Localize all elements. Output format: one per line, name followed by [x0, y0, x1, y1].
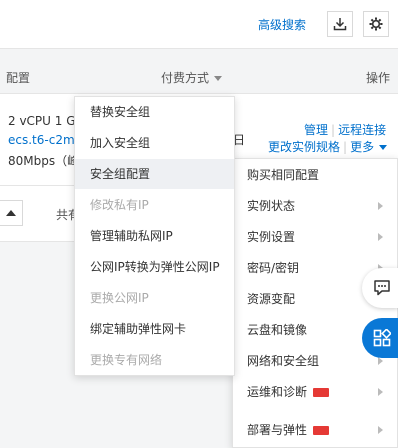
- billing-header-label: 付费方式: [161, 71, 210, 85]
- chevron-right-icon: [378, 426, 383, 434]
- menu-item-ops-diagnose[interactable]: 运维和诊断: [233, 377, 397, 407]
- menu-item-join-security-group[interactable]: 加入安全组: [75, 128, 234, 158]
- new-badge: [313, 388, 330, 397]
- download-button[interactable]: [327, 11, 353, 37]
- menu-item-convert-to-eip[interactable]: 公网IP转换为弹性公网IP: [75, 252, 234, 282]
- download-icon: [333, 18, 347, 31]
- menu-item-instance-settings[interactable]: 实例设置: [233, 222, 397, 252]
- apps-grid-icon: [373, 329, 391, 347]
- menu-item-label: 实例设置: [247, 230, 296, 244]
- menu-item-manage-secondary-private-ip[interactable]: 管理辅助私网IP: [75, 221, 234, 251]
- settings-button[interactable]: [363, 11, 389, 37]
- menu-item-label: 云盘和镜像: [247, 323, 308, 337]
- menu-item-deploy-elastic[interactable]: 部署与弹性: [233, 415, 397, 445]
- menu-item-label: 运维和诊断: [247, 385, 308, 399]
- menu-item-modify-private-ip: 修改私有IP: [90, 198, 149, 212]
- network-security-submenu: 替换安全组 加入安全组 安全组配置 修改私有IP 管理辅助私网IP 公网IP转换…: [74, 96, 235, 376]
- menu-item-label: 资源变配: [247, 292, 296, 306]
- menu-item-change-vpc: 更换专有网络: [90, 353, 163, 367]
- menu-item-bind-secondary-eni[interactable]: 绑定辅助弹性网卡: [75, 314, 234, 344]
- manage-link[interactable]: 管理: [304, 123, 328, 137]
- chat-button[interactable]: [362, 268, 398, 308]
- more-link[interactable]: 更多: [350, 140, 388, 154]
- chevron-right-icon: [378, 388, 383, 396]
- chevron-right-icon: [378, 233, 383, 241]
- chevron-right-icon: [378, 357, 383, 365]
- menu-item-label: 实例状态: [247, 199, 296, 213]
- advanced-search-link[interactable]: 高级搜索: [258, 16, 306, 33]
- divider: |: [331, 123, 336, 137]
- menu-item-instance-status[interactable]: 实例状态: [233, 191, 397, 221]
- row-actions-line2: 更改实例规格 | 更多: [268, 138, 388, 155]
- menu-item-security-group-config[interactable]: 安全组配置: [75, 159, 234, 189]
- chevron-right-icon: [378, 202, 383, 210]
- chevron-up-icon: [6, 210, 16, 216]
- page-size-toggle[interactable]: [0, 200, 23, 226]
- column-header-actions: 操作: [366, 71, 391, 85]
- menu-item-label: 密码/密钥: [247, 261, 300, 275]
- column-header-billing[interactable]: 付费方式: [161, 69, 223, 86]
- apps-button[interactable]: [362, 318, 398, 358]
- caret-down-icon: [214, 76, 223, 81]
- toolbar: 高级搜索: [0, 0, 398, 48]
- gear-icon: [369, 17, 383, 31]
- new-badge: [313, 426, 330, 435]
- table-header: 配置 付费方式 操作: [0, 48, 398, 94]
- column-header-config: 配置: [6, 71, 31, 85]
- menu-item-label: 部署与弹性: [247, 423, 308, 437]
- instance-bandwidth: 80Mbps（峰: [8, 154, 80, 168]
- divider: |: [343, 140, 348, 154]
- menu-item-buy-same-config[interactable]: 购买相同配置: [233, 160, 397, 190]
- more-label: 更多: [350, 140, 375, 154]
- menu-item-replace-security-group[interactable]: 替换安全组: [75, 97, 234, 127]
- chevron-down-icon: [379, 145, 388, 150]
- chat-icon: [374, 280, 390, 296]
- remote-connect-link[interactable]: 远程连接: [338, 123, 386, 137]
- menu-item-change-public-ip: 更换公网IP: [90, 291, 149, 305]
- row-actions-line1: 管理 | 远程连接: [304, 121, 386, 138]
- menu-item-label: 购买相同配置: [247, 168, 320, 182]
- menu-item-label: 网络和安全组: [247, 354, 320, 368]
- change-spec-link[interactable]: 更改实例规格: [268, 140, 340, 154]
